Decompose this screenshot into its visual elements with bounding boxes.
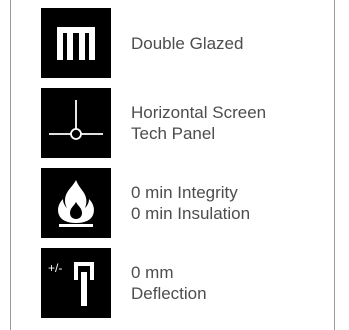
spec-text: 0 min Integrity 0 min Insulation [131, 168, 349, 238]
spec-text: Horizontal Screen Tech Panel [131, 88, 349, 158]
spec-text: Double Glazed [131, 8, 349, 78]
specification-panel: Double Glazed Horizontal Screen Tech Pan… [10, 0, 335, 330]
spec-row-glazing: Double Glazed [41, 8, 341, 78]
horizontal-screen-icon [41, 88, 111, 158]
spec-line: Tech Panel [131, 124, 216, 143]
spec-line: 0 min Integrity [131, 183, 238, 202]
double-glazed-icon [41, 8, 111, 78]
spec-line: 0 min Insulation [131, 204, 251, 223]
spec-line: Double Glazed [131, 33, 244, 53]
spec-line: Deflection [131, 284, 207, 303]
spec-row-screen: Horizontal Screen Tech Panel [41, 88, 341, 158]
spec-line: 0 mm [131, 263, 174, 282]
spec-text: 0 mm Deflection [131, 248, 349, 318]
deflection-icon: +/- [41, 248, 111, 318]
deflection-icon-label: +/- [48, 261, 62, 275]
spec-line: Horizontal Screen [131, 103, 267, 122]
spec-row-fire: 0 min Integrity 0 min Insulation [41, 168, 341, 238]
fire-icon [41, 168, 111, 238]
spec-row-deflection: +/- 0 mm Deflection [41, 248, 341, 318]
